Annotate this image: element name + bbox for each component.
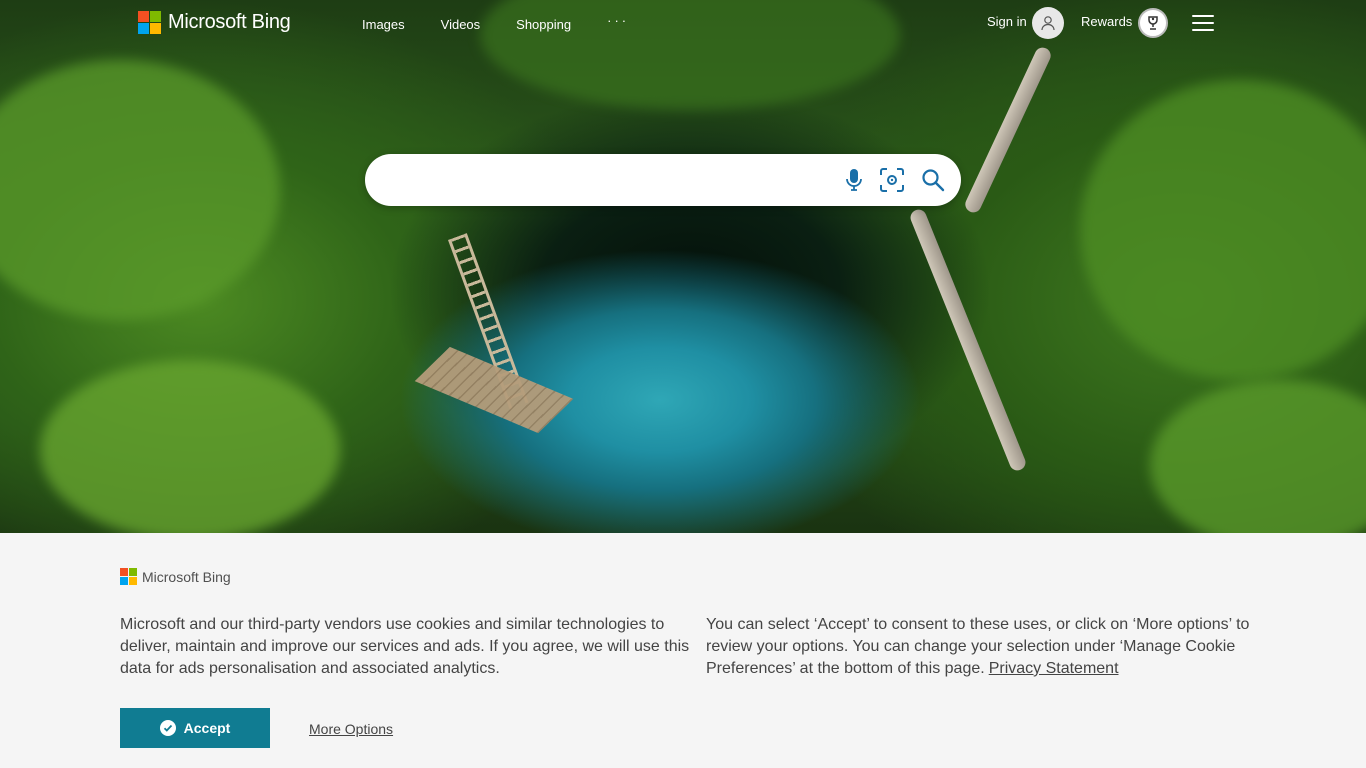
foliage-bottom-right [1150,380,1366,533]
banner-logo-text: Microsoft Bing [142,568,231,585]
cookie-consent-banner: Microsoft Bing Microsoft and our third-p… [0,533,1366,768]
search-icon[interactable] [920,167,946,193]
user-avatar-icon[interactable] [1032,7,1064,39]
foliage-left [0,60,280,320]
banner-bing-logo: Microsoft Bing [120,568,231,585]
more-icon[interactable]: ··· [607,13,629,28]
nav-images[interactable]: Images [362,17,405,32]
search-input[interactable] [387,166,827,194]
nav-links: Images Videos Shopping ··· [362,13,665,32]
cookie-description: Microsoft and our third-party vendors us… [120,616,690,677]
background-image [0,0,1366,533]
bing-logo[interactable]: Microsoft Bing [138,11,291,34]
foliage-right [1080,80,1366,380]
rewards-trophy-icon[interactable] [1138,8,1168,38]
nav-videos[interactable]: Videos [441,17,481,32]
nav-shopping[interactable]: Shopping [516,17,571,32]
accept-button[interactable]: Accept [120,708,270,748]
cookie-options-text: You can select ‘Accept’ to consent to th… [706,614,1266,680]
foliage-bottom-left [40,360,340,533]
accept-label: Accept [183,720,231,736]
rewards-link[interactable]: Rewards [1081,14,1132,29]
tree-trunk [908,207,1028,473]
cookie-options-description: You can select ‘Accept’ to consent to th… [706,616,1250,677]
privacy-statement-link[interactable]: Privacy Statement [989,660,1119,677]
search-box [365,154,961,206]
tree-trunk [962,45,1054,215]
top-navigation: Microsoft Bing Images Videos Shopping ··… [0,0,1366,48]
hamburger-menu-icon[interactable] [1192,14,1214,32]
visual-search-icon[interactable] [879,167,905,193]
sign-in-link[interactable]: Sign in [987,14,1027,29]
checkmark-icon [159,720,176,736]
microsoft-logo-icon [138,11,161,34]
microphone-icon[interactable] [841,167,867,193]
microsoft-logo-icon [120,568,137,585]
more-options-link[interactable]: More Options [309,721,393,737]
logo-text: Microsoft Bing [168,11,291,33]
